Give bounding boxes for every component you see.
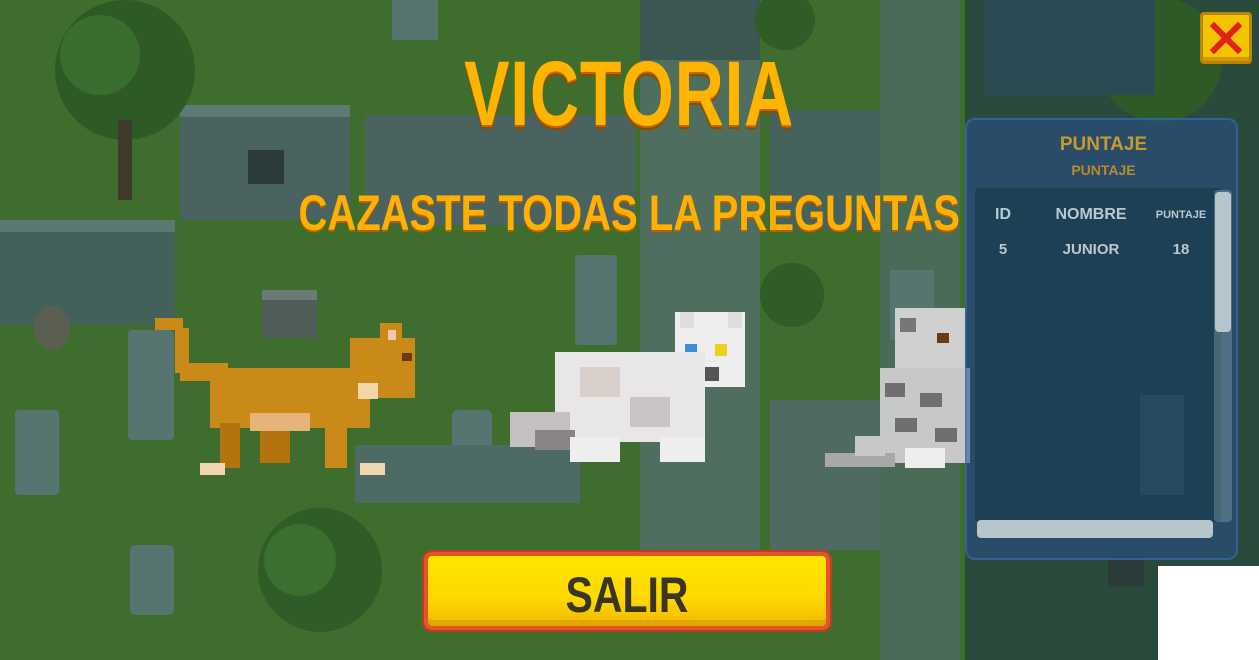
column-header-puntaje: PUNTAJE bbox=[1155, 209, 1207, 221]
score-table bbox=[975, 188, 1221, 522]
vertical-scrollbar-thumb[interactable] bbox=[1215, 192, 1231, 332]
column-header-nombre: NOMBRE bbox=[1055, 206, 1127, 223]
exit-button-label: SALIR bbox=[565, 567, 689, 623]
game-screen: VICTORIA CAZASTE TODAS LA PREGUNTAS PUNT… bbox=[0, 0, 1259, 660]
exit-button[interactable]: SALIR bbox=[424, 552, 830, 630]
blank-area bbox=[1158, 566, 1259, 660]
score-cell-nombre: JUNIOR bbox=[1062, 241, 1120, 258]
victory-title: VICTORIA bbox=[464, 43, 795, 145]
horizontal-scrollbar[interactable] bbox=[977, 520, 1213, 538]
score-cell-id: 5 bbox=[998, 241, 1008, 258]
gray-tabby-cat bbox=[825, 308, 970, 468]
close-icon bbox=[1209, 21, 1243, 55]
close-button[interactable] bbox=[1200, 12, 1252, 64]
score-panel-subtitle: PUNTAJE bbox=[1071, 162, 1136, 178]
score-cell-puntaje: 18 bbox=[1172, 241, 1190, 258]
column-header-id: ID bbox=[995, 206, 1011, 223]
score-panel-title: PUNTAJE bbox=[1059, 134, 1148, 155]
white-cat bbox=[510, 312, 745, 462]
orange-cat bbox=[155, 318, 415, 475]
score-panel: PUNTAJE PUNTAJE ID NOMBRE PUNTAJE 5 JUNI… bbox=[965, 118, 1238, 560]
